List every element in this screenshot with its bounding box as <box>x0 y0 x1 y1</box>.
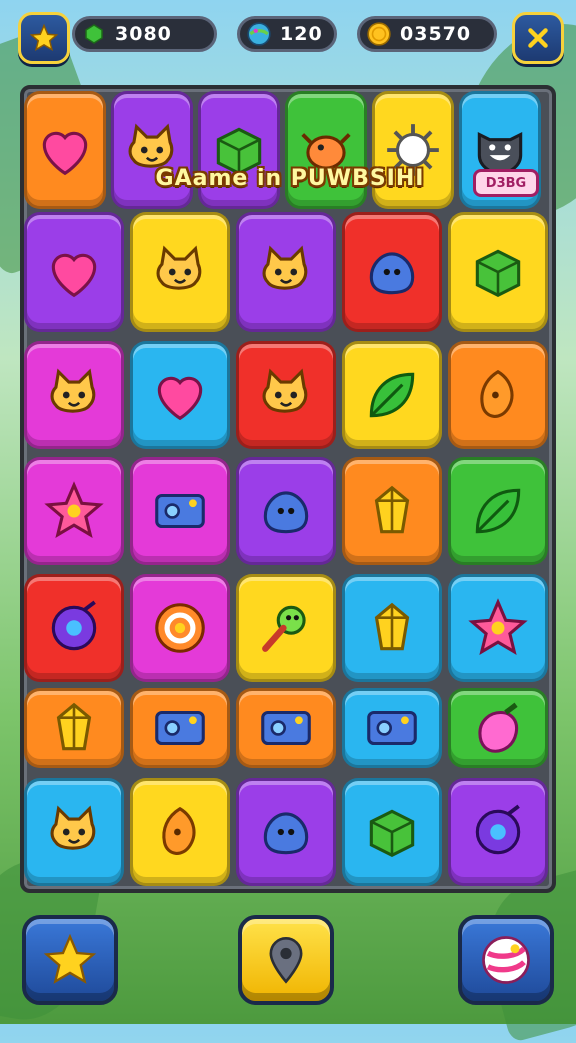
gems-counter: 3080 <box>72 16 217 52</box>
coins-counter: 03570 <box>357 16 497 52</box>
location-button[interactable] <box>238 915 334 1005</box>
orb-icon <box>463 797 533 867</box>
game-tile[interactable] <box>130 457 230 565</box>
location-icon <box>269 937 303 984</box>
star-icon <box>43 933 97 984</box>
heart-icon <box>39 237 109 307</box>
level-badge: D3BG <box>473 169 539 197</box>
device-icon <box>357 693 427 763</box>
leaf-icon <box>357 360 427 430</box>
game-tile[interactable] <box>448 212 548 332</box>
game-tile[interactable] <box>24 91 106 209</box>
berry-icon <box>463 693 533 763</box>
heart-icon <box>30 115 100 185</box>
star-icon <box>29 23 59 52</box>
star-menu-button[interactable] <box>18 12 70 64</box>
crystal-icon <box>39 693 109 763</box>
game-tile[interactable] <box>342 341 442 449</box>
game-tile[interactable] <box>342 574 442 682</box>
orbs-counter: 120 <box>237 16 337 52</box>
crystal-icon <box>357 593 427 663</box>
cat-icon <box>39 797 109 867</box>
game-tile[interactable] <box>236 574 336 682</box>
game-tile[interactable] <box>236 212 336 332</box>
game-tile[interactable] <box>448 688 548 768</box>
gem-icon <box>81 21 107 47</box>
game-title-banner: GAame in PUWBSIHI <box>155 165 425 191</box>
leaf-icon <box>463 476 533 546</box>
cat-icon <box>251 237 321 307</box>
game-tile[interactable] <box>24 457 124 565</box>
game-tile[interactable] <box>24 778 124 886</box>
game-tile[interactable] <box>342 212 442 332</box>
game-tile[interactable] <box>448 341 548 449</box>
close-icon <box>528 28 548 48</box>
blob-icon <box>357 237 427 307</box>
device-icon <box>145 476 215 546</box>
blob-icon <box>251 797 321 867</box>
heart-icon <box>145 360 215 430</box>
cat-icon <box>145 237 215 307</box>
game-tile[interactable] <box>24 688 124 768</box>
star-icon <box>463 593 533 663</box>
box-icon <box>357 797 427 867</box>
game-tile[interactable] <box>236 341 336 449</box>
device-icon <box>145 693 215 763</box>
candy-icon <box>482 936 530 984</box>
orb-icon <box>246 21 272 47</box>
coin-icon <box>366 21 392 47</box>
cat-icon <box>251 360 321 430</box>
box-icon <box>463 237 533 307</box>
game-tile[interactable] <box>448 457 548 565</box>
candy-button[interactable] <box>458 915 554 1005</box>
game-tile[interactable] <box>448 574 548 682</box>
coins-value: 03570 <box>400 23 472 45</box>
star-icon <box>39 476 109 546</box>
game-tile[interactable] <box>236 457 336 565</box>
close-button[interactable] <box>512 12 564 64</box>
game-tile[interactable] <box>448 778 548 886</box>
gems-value: 3080 <box>115 23 172 45</box>
game-tile[interactable] <box>236 688 336 768</box>
wand-icon <box>251 593 321 663</box>
game-tile[interactable] <box>342 688 442 768</box>
cat-icon <box>39 360 109 430</box>
game-tile[interactable] <box>24 341 124 449</box>
game-tile[interactable] <box>342 778 442 886</box>
seed-icon <box>145 797 215 867</box>
blob-icon <box>251 476 321 546</box>
orbs-value: 120 <box>280 23 323 45</box>
game-tile[interactable] <box>130 574 230 682</box>
game-tile[interactable] <box>130 341 230 449</box>
game-tile[interactable] <box>130 688 230 768</box>
game-tile[interactable] <box>130 212 230 332</box>
ring-icon <box>145 593 215 663</box>
game-tile[interactable] <box>130 778 230 886</box>
game-tile[interactable] <box>342 457 442 565</box>
game-tile[interactable] <box>24 212 124 332</box>
game-tile[interactable] <box>236 778 336 886</box>
orb-icon <box>39 593 109 663</box>
device-icon <box>251 693 321 763</box>
crystal-icon <box>357 476 427 546</box>
boost-star-button[interactable] <box>22 915 118 1005</box>
game-tile[interactable] <box>24 574 124 682</box>
seed-icon <box>463 360 533 430</box>
